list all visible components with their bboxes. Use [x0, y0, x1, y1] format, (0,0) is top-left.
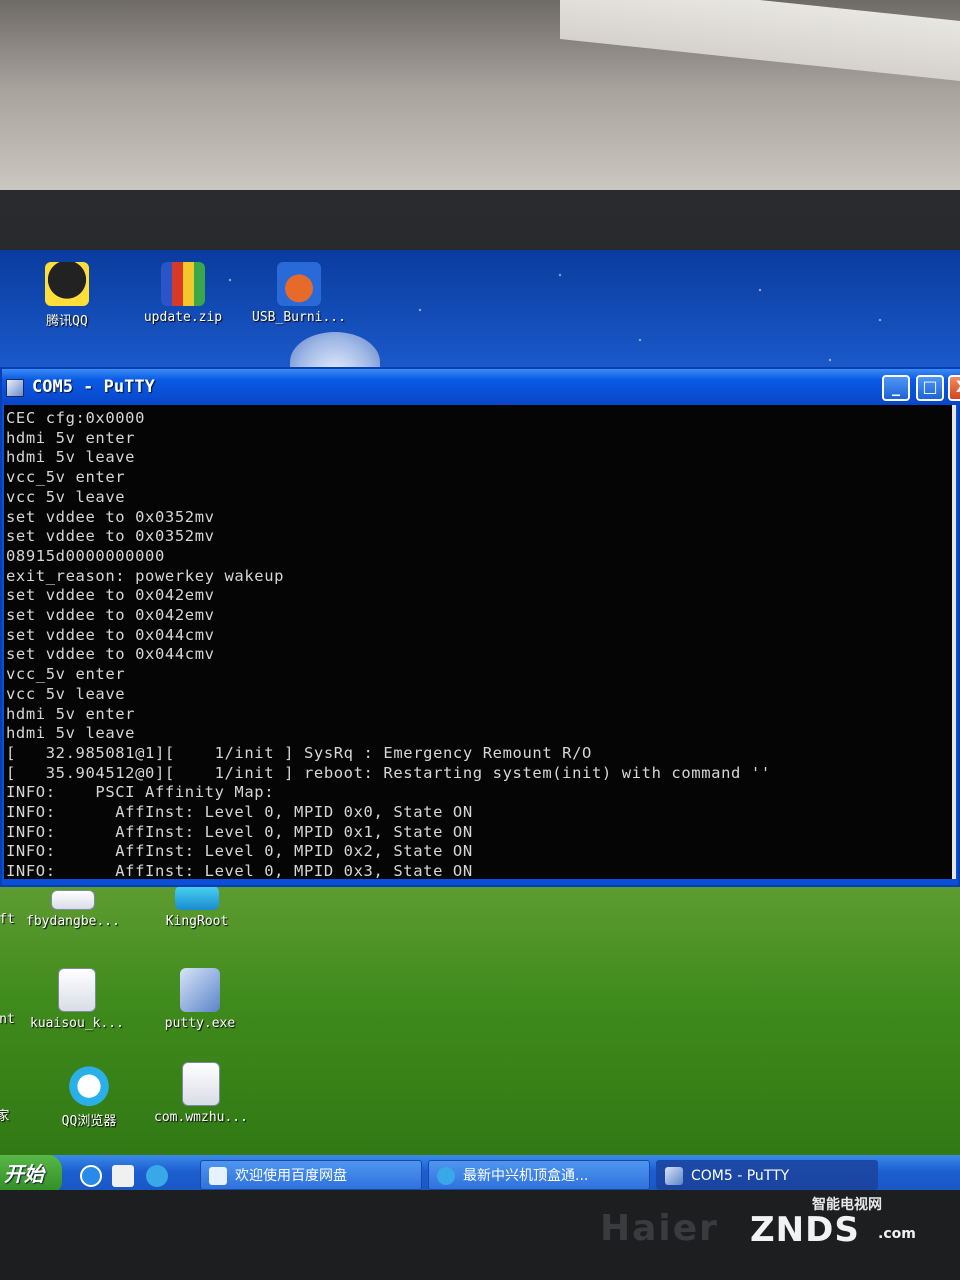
terminal-line: INFO: AffInst: Level 0, MPID 0x2, State …: [6, 842, 473, 861]
desktop-icon-update-zip[interactable]: update.zip: [128, 262, 238, 325]
terminal-line: vcc 5v leave: [6, 487, 126, 506]
desktop-icon-label: update.zip: [143, 310, 223, 325]
desktop-icon-putty[interactable]: putty.exe: [145, 968, 255, 1031]
kingroot-icon: [175, 886, 219, 910]
terminal-line: exit_reason: powerkey wakeup: [6, 566, 285, 585]
watermark-logo: ZNDS: [750, 1210, 860, 1250]
watermark-sub: .com: [878, 1226, 916, 1242]
taskbar: 开始 欢迎使用百度网盘 最新中兴机顶盒通... COM5 - PuTTY: [0, 1155, 960, 1195]
desktop-icon-kingroot[interactable]: KingRoot: [142, 886, 252, 929]
terminal-line: 08915d0000000000: [6, 546, 165, 565]
terminal-line: CEC cfg:0x0000: [6, 409, 146, 427]
window-title: COM5 - PuTTY: [32, 377, 155, 397]
taskbar-item-label: COM5 - PuTTY: [691, 1168, 790, 1184]
terminal-line: [ 32.985081@1][ 1/init ] SysRq : Emergen…: [6, 743, 592, 762]
taskbar-item-baidu-netdisk[interactable]: 欢迎使用百度网盘: [200, 1160, 422, 1190]
terminal-line: [ 35.904512@0][ 1/init ] reboot: Restart…: [6, 763, 771, 782]
terminal-line: INFO: AffInst: Level 0, MPID 0x1, State …: [6, 822, 473, 841]
taskbar-item-putty[interactable]: COM5 - PuTTY: [656, 1160, 878, 1190]
winrar-archive-icon: [161, 262, 205, 306]
terminal-line: set vddee to 0x044cmv: [6, 625, 215, 644]
scrollbar[interactable]: [952, 405, 956, 879]
terminal-line: vcc 5v leave: [6, 684, 126, 703]
desktop-icon-fbydangbei[interactable]: fbydangbe...: [18, 890, 128, 929]
taskbar-item-zte-settop[interactable]: 最新中兴机顶盒通...: [428, 1160, 650, 1190]
terminal-line: set vddee to 0x0352mv: [6, 507, 215, 526]
terminal-line: INFO: AffInst: Level 0, MPID 0x0, State …: [6, 803, 473, 822]
taskbar-item-label: 欢迎使用百度网盘: [235, 1168, 347, 1184]
desktop-icon-wmzhu[interactable]: com.wmzhu...: [146, 1062, 256, 1125]
putty-icon: [665, 1167, 683, 1185]
desktop-quicklaunch-icon[interactable]: [112, 1165, 134, 1187]
terminal-line: set vddee to 0x044cmv: [6, 645, 215, 664]
qq-penguin-icon: [45, 262, 89, 306]
desktop-icon-label: putty.exe: [164, 1016, 236, 1031]
terminal-line: vcc_5v enter: [6, 665, 126, 684]
monitor-brand-logo: Haier: [600, 1208, 719, 1249]
usb-burning-tool-icon: [277, 262, 321, 306]
desktop-icon-usb-burning[interactable]: USB_Burni...: [244, 262, 354, 325]
window-titlebar[interactable]: COM5 - PuTTY _ □ X: [2, 369, 960, 405]
desktop-icon-label: USB_Burni...: [252, 310, 346, 325]
watermark: 智能电视网 ZNDS .com: [750, 1192, 950, 1252]
qq-browser-quicklaunch-icon[interactable]: [146, 1165, 168, 1187]
ie-quicklaunch-icon[interactable]: [80, 1165, 102, 1187]
desktop-icon-label: kuaisou_k...: [30, 1016, 124, 1031]
putty-window: COM5 - PuTTY _ □ X CEC cfg:0x0000hdmi 5v…: [0, 367, 960, 887]
desktop-icon-kuaisou[interactable]: kuaisou_k...: [22, 968, 132, 1031]
desktop-icon-label: 腾讯QQ: [46, 314, 88, 329]
terminal-line: hdmi 5v enter: [6, 704, 136, 723]
desktop-icon-qq[interactable]: 腾讯QQ: [12, 262, 122, 329]
close-button[interactable]: X: [948, 375, 960, 401]
terminal-line: vcc_5v enter: [6, 468, 126, 487]
document-icon: [182, 1062, 220, 1106]
terminal-line: hdmi 5v enter: [6, 428, 136, 447]
terminal-line: hdmi 5v leave: [6, 724, 136, 743]
maximize-button[interactable]: □: [916, 375, 944, 401]
putty-icon: [6, 379, 24, 397]
qq-browser-icon: [67, 1062, 111, 1106]
terminal-line: INFO: PSCI Affinity Map:: [6, 783, 275, 802]
terminal-line: set vddee to 0x042emv: [6, 586, 215, 605]
terminal-line: hdmi 5v leave: [6, 448, 136, 467]
document-icon: [51, 890, 95, 910]
start-button[interactable]: 开始: [0, 1155, 62, 1195]
qq-browser-icon: [437, 1167, 455, 1185]
desktop-icon-label: com.wmzhu...: [154, 1110, 248, 1125]
document-icon: [58, 968, 96, 1012]
terminal-output[interactable]: CEC cfg:0x0000 hdmi 5v enter hdmi 5v leave…: [4, 405, 954, 879]
terminal-line: set vddee to 0x042emv: [6, 606, 215, 625]
desktop-icon-label: KingRoot: [165, 914, 229, 929]
desktop-icon-label: QQ浏览器: [61, 1114, 117, 1129]
baidu-netdisk-icon: [209, 1167, 227, 1185]
desktop-screen: 腾讯QQ update.zip USB_Burni... ft fbydangb…: [0, 250, 960, 1195]
desktop-icon-qq-browser[interactable]: QQ浏览器: [34, 1062, 144, 1129]
minimize-button[interactable]: _: [882, 375, 910, 401]
terminal-line: set vddee to 0x0352mv: [6, 527, 215, 546]
desktop-icon-label: fbydangbe...: [26, 914, 120, 929]
taskbar-item-label: 最新中兴机顶盒通...: [463, 1168, 589, 1184]
terminal-line: INFO: AffInst: Level 0, MPID 0x3, State …: [6, 862, 473, 879]
putty-icon: [180, 968, 220, 1012]
